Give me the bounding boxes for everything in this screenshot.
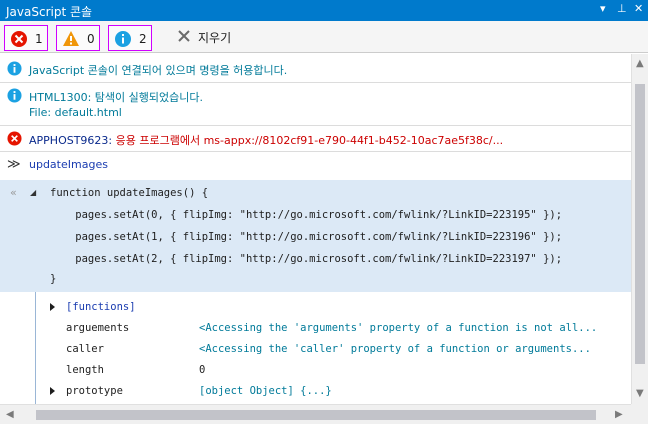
errors-count: 1 xyxy=(35,32,43,46)
console-output: JavaScript 콘솔이 연결되어 있으며 명령을 허용합니다. HTML1… xyxy=(0,54,631,404)
dropdown-icon[interactable]: ▾ xyxy=(600,2,606,15)
vertical-scroll-thumb[interactable] xyxy=(635,84,645,364)
property-value: 0 xyxy=(199,364,206,376)
warnings-count: 0 xyxy=(87,32,95,46)
errors-filter-button[interactable]: 1 xyxy=(4,25,48,51)
message-file-link[interactable]: File: default.html xyxy=(29,106,122,119)
warnings-filter-button[interactable]: 0 xyxy=(56,25,100,51)
property-value: [object Object] {...} xyxy=(199,385,332,397)
code-line: } xyxy=(50,273,57,285)
property-row[interactable]: [functions] xyxy=(0,297,631,318)
info-icon xyxy=(7,88,22,103)
code-line: function updateImages() { xyxy=(50,187,209,199)
message-text: HTML1300: 탐색이 실행되었습니다. xyxy=(29,91,203,104)
warning-icon xyxy=(63,31,79,46)
property-name: [functions] xyxy=(66,301,136,313)
property-value: <Accessing the 'caller' property of a fu… xyxy=(199,343,591,355)
close-icon[interactable]: ✕ xyxy=(634,2,643,15)
clear-label: 지우기 xyxy=(198,31,232,45)
property-value: <Accessing the 'arguments' property of a… xyxy=(199,322,598,334)
horizontal-scrollbar[interactable]: ◀ ▶ xyxy=(0,404,631,424)
command-prompt-icon: ≫ xyxy=(7,157,21,172)
messages-filter-button[interactable]: 2 xyxy=(108,25,152,51)
scroll-up-icon[interactable]: ▲ xyxy=(636,58,644,69)
error-icon xyxy=(11,31,27,47)
message-text: JavaScript 콘솔이 연결되어 있으며 명령을 허용합니다. xyxy=(29,64,288,77)
function-source-block: « ◢ function updateImages() { pages.setA… xyxy=(0,180,631,292)
code-line: pages.setAt(0, { flipImg: "http://go.mic… xyxy=(50,209,563,221)
expand-triangle-icon[interactable] xyxy=(50,303,55,311)
property-name: arguements xyxy=(66,322,130,334)
info-icon xyxy=(7,61,22,76)
property-row[interactable]: arguements <Accessing the 'arguments' pr… xyxy=(0,318,631,339)
window-titlebar: JavaScript 콘솔 ▾ ⊥ ✕ xyxy=(0,0,648,21)
collapse-back-icon[interactable]: « xyxy=(10,186,17,199)
scroll-right-icon[interactable]: ▶ xyxy=(615,409,623,420)
console-message: JavaScript 콘솔이 연결되어 있으며 명령을 허용합니다. xyxy=(0,54,631,83)
console-error-message: APPHOST9623: 응용 프로그램에서 ms-appx://8102cf9… xyxy=(0,126,631,152)
info-icon xyxy=(115,31,131,47)
error-code: APPHOST9623: xyxy=(29,134,113,147)
code-line: pages.setAt(1, { flipImg: "http://go.mic… xyxy=(50,231,563,243)
code-line: pages.setAt(2, { flipImg: "http://go.mic… xyxy=(50,253,563,265)
pin-icon[interactable]: ⊥ xyxy=(617,2,627,15)
console-command: ≫ updateImages xyxy=(0,152,631,180)
property-row[interactable]: prototype [object Object] {...} xyxy=(0,381,631,402)
scroll-down-icon[interactable]: ▼ xyxy=(636,388,644,399)
expand-triangle-icon[interactable]: ◢ xyxy=(30,188,36,197)
scrollbar-corner xyxy=(631,404,648,424)
messages-count: 2 xyxy=(139,32,147,46)
error-icon xyxy=(7,131,22,146)
property-row[interactable]: length 0 xyxy=(0,360,631,381)
clear-button[interactable]: 지우기 xyxy=(172,27,242,47)
command-text: updateImages xyxy=(29,158,108,171)
window-title: JavaScript 콘솔 xyxy=(6,5,93,19)
property-name: length xyxy=(66,364,104,376)
property-name: prototype xyxy=(66,385,123,397)
expand-triangle-icon[interactable] xyxy=(50,387,55,395)
console-toolbar: 1 0 2 지우기 xyxy=(0,21,648,53)
vertical-scrollbar[interactable]: ▲ ▼ xyxy=(631,54,648,404)
console-message: HTML1300: 탐색이 실행되었습니다. File: default.htm… xyxy=(0,83,631,126)
error-text[interactable]: 응용 프로그램에서 ms-appx://8102cf91-e790-44f1-b… xyxy=(116,134,504,147)
property-name: caller xyxy=(66,343,104,355)
property-row[interactable]: caller <Accessing the 'caller' property … xyxy=(0,339,631,360)
clear-icon xyxy=(178,30,190,42)
scroll-left-icon[interactable]: ◀ xyxy=(6,409,14,420)
horizontal-scroll-thumb[interactable] xyxy=(36,410,596,420)
